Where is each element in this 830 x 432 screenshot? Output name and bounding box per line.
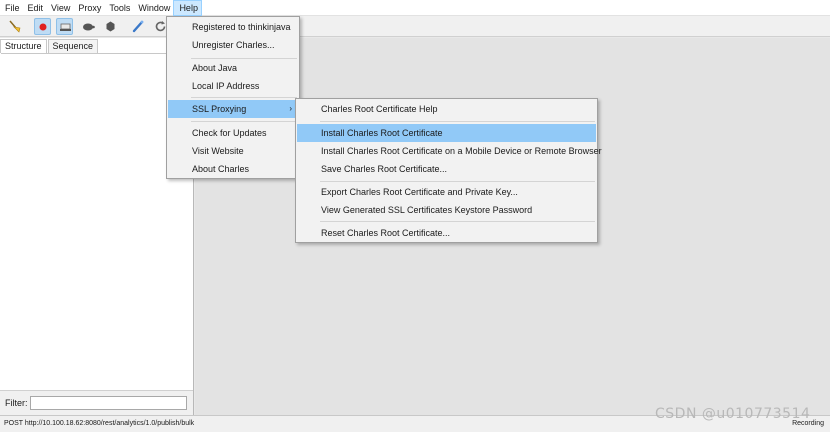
menu-item-export-root-cert[interactable]: Export Charles Root Certificate and Priv… (297, 183, 596, 201)
help-menu: Registered to thinkinjava Unregister Cha… (166, 16, 300, 179)
menu-edit[interactable]: Edit (23, 0, 47, 16)
chevron-right-icon: › (289, 104, 292, 113)
menu-separator (191, 121, 297, 122)
menu-separator (191, 97, 297, 98)
filter-label: Filter: (5, 398, 28, 408)
status-text: POST http://10.100.18.62:8080/rest/analy… (4, 420, 195, 427)
menu-help[interactable]: Help (173, 0, 202, 16)
watermark: CSDN @u010773514 (655, 406, 811, 422)
menu-proxy[interactable]: Proxy (73, 0, 104, 16)
menu-item-reset-root-cert[interactable]: Reset Charles Root Certificate... (297, 224, 596, 242)
menu-separator (320, 181, 595, 182)
menu-separator (320, 221, 595, 222)
menu-item-registered[interactable]: Registered to thinkinjava (168, 18, 298, 36)
throttle-icon[interactable] (56, 18, 73, 35)
menu-separator (320, 121, 595, 122)
ssl-proxying-submenu: Charles Root Certificate Help Install Ch… (295, 98, 602, 243)
hexagon-icon[interactable] (102, 18, 119, 35)
menu-tools[interactable]: Tools (104, 0, 133, 16)
structure-tree[interactable] (1, 53, 192, 390)
menu-item-ssl-proxying-label: SSL Proxying (192, 104, 247, 114)
menu-item-install-root-cert[interactable]: Install Charles Root Certificate (297, 124, 596, 142)
menu-item-check-updates[interactable]: Check for Updates (168, 124, 298, 142)
menu-item-unregister[interactable]: Unregister Charles... (168, 36, 298, 54)
menu-file[interactable]: File (0, 0, 23, 16)
left-pane: Structure Sequence Filter: (0, 38, 194, 415)
broom-icon[interactable] (6, 18, 23, 35)
menu-view[interactable]: View (46, 0, 73, 16)
menu-item-visit-website[interactable]: Visit Website (168, 142, 298, 160)
menu-item-view-keystore-password[interactable]: View Generated SSL Certificates Keystore… (297, 201, 596, 219)
tab-structure[interactable]: Structure (0, 39, 47, 53)
turtle-icon[interactable] (80, 18, 97, 35)
filter-row: Filter: (0, 390, 193, 415)
menu-bar: File Edit View Proxy Tools Window Help (0, 0, 830, 16)
menu-item-install-root-cert-mobile[interactable]: Install Charles Root Certificate on a Mo… (297, 142, 602, 160)
toolbar (0, 16, 830, 37)
record-icon[interactable] (34, 18, 51, 35)
menu-item-about-charles[interactable]: About Charles (168, 160, 298, 178)
tab-sequence[interactable]: Sequence (47, 39, 99, 53)
menu-item-about-java[interactable]: About Java (168, 59, 298, 77)
menu-item-save-root-cert[interactable]: Save Charles Root Certificate... (297, 160, 596, 178)
pen-icon[interactable] (130, 18, 147, 35)
menu-window[interactable]: Window (133, 0, 173, 16)
menu-item-root-cert-help[interactable]: Charles Root Certificate Help (297, 100, 596, 118)
menu-item-local-ip[interactable]: Local IP Address (168, 77, 298, 95)
view-tabs: Structure Sequence (0, 39, 99, 53)
filter-input[interactable] (30, 396, 187, 410)
menu-item-ssl-proxying[interactable]: SSL Proxying › (168, 100, 298, 118)
